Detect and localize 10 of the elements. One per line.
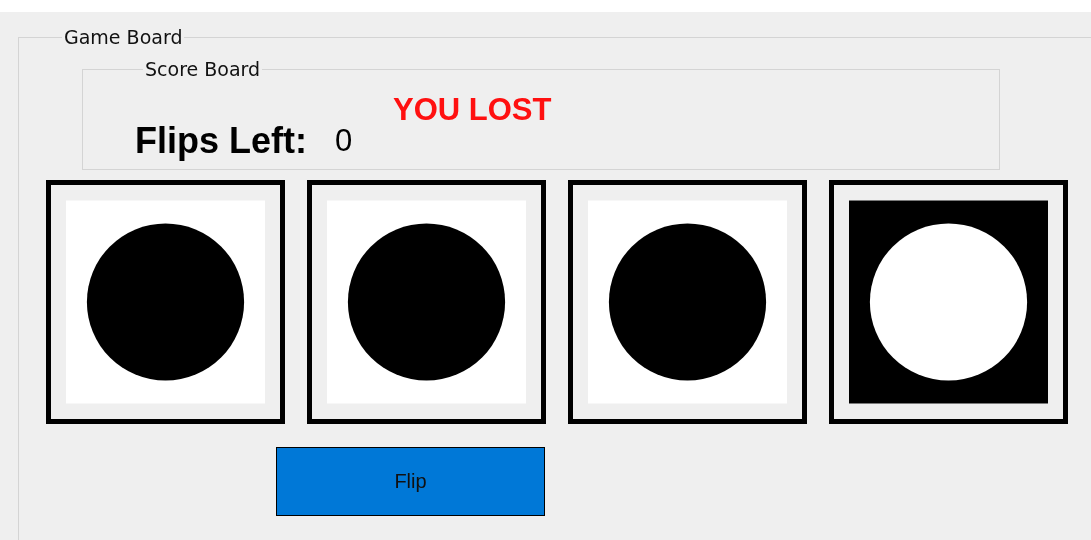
flips-left-value: 0 bbox=[335, 122, 353, 160]
group-title: Game Board bbox=[63, 26, 184, 48]
coin-icon bbox=[849, 200, 1048, 404]
group-title: Score Board bbox=[144, 58, 262, 80]
flips-left-label: Flips Left: bbox=[135, 120, 307, 162]
flip-button[interactable]: Flip bbox=[276, 447, 545, 516]
coin-icon bbox=[327, 200, 526, 404]
coin-icon bbox=[588, 200, 787, 404]
game-result-message: YOU LOST bbox=[393, 92, 552, 128]
coin-icon bbox=[66, 200, 265, 404]
